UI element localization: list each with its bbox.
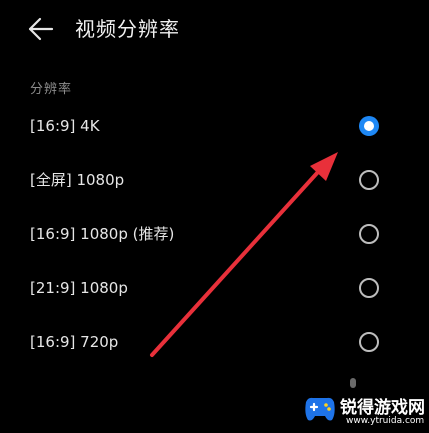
back-button[interactable] — [26, 14, 58, 44]
resolution-option-720p[interactable]: [16:9] 720p — [0, 320, 429, 368]
radio-unselected-icon[interactable] — [359, 332, 379, 352]
resolution-option-4k[interactable]: [16:9] 4K — [0, 104, 429, 152]
gamepad-logo-icon — [305, 397, 335, 421]
resolution-option-fullscreen-1080p[interactable]: [全屏] 1080p — [0, 158, 429, 206]
site-watermark: 锐得游戏网 www.ytruida.com — [300, 388, 429, 433]
page-title: 视频分辨率 — [75, 17, 180, 41]
resolution-option-21-9-1080p[interactable]: [21:9] 1080p — [0, 266, 429, 314]
option-label: [16:9] 1080p (推荐) — [30, 225, 175, 243]
radio-selected-icon[interactable] — [359, 116, 379, 136]
watermark-title: 锐得游戏网 — [340, 398, 425, 418]
radio-unselected-icon[interactable] — [359, 224, 379, 244]
arrow-left-icon — [28, 17, 54, 41]
resolution-option-1080p-recommended[interactable]: [16:9] 1080p (推荐) — [0, 212, 429, 260]
option-label: [16:9] 720p — [30, 333, 119, 351]
scroll-indicator — [350, 378, 356, 388]
radio-unselected-icon[interactable] — [359, 278, 379, 298]
watermark-url: www.ytruida.com — [346, 416, 425, 426]
radio-unselected-icon[interactable] — [359, 170, 379, 190]
option-label: [21:9] 1080p — [30, 279, 128, 297]
option-label: [16:9] 4K — [30, 117, 100, 135]
section-label: 分辨率 — [30, 82, 73, 97]
option-label: [全屏] 1080p — [30, 171, 125, 189]
header-bar: 视频分辨率 — [0, 0, 429, 58]
